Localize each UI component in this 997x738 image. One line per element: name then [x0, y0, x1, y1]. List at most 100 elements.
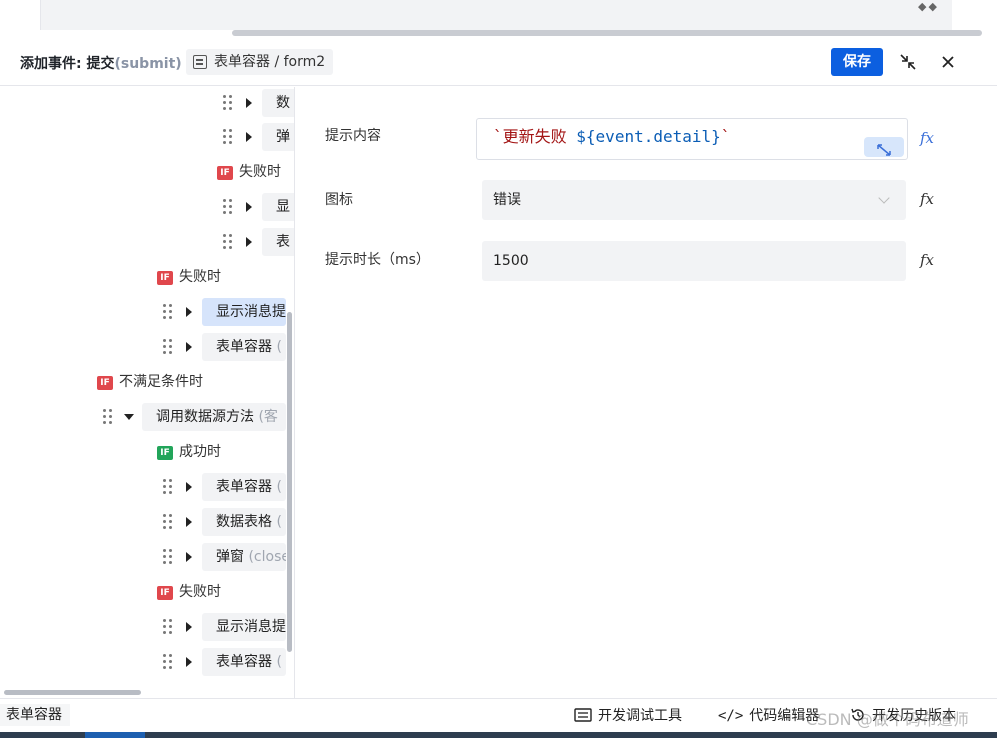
tree-row[interactable]: 数 [220, 89, 294, 117]
drag-handle-icon[interactable] [163, 654, 173, 670]
drag-handle-icon[interactable] [163, 514, 173, 530]
expand-arrow-icon[interactable] [186, 482, 192, 492]
dialog-title: 添加事件: 提交(submit) [20, 53, 182, 73]
node-label: 弹 [276, 129, 290, 145]
drag-handle-icon[interactable] [103, 409, 113, 425]
formula-icon[interactable]: fx [920, 129, 934, 147]
if-badge-icon: IF [97, 376, 113, 390]
condition-failure[interactable]: IF 失败时 [157, 581, 221, 603]
condition-label: 失败时 [179, 269, 221, 285]
save-button[interactable]: 保存 [831, 48, 883, 76]
tree-row[interactable]: 显示消息提 [160, 613, 294, 641]
if-badge-icon: IF [157, 446, 173, 460]
action-node[interactable]: 调用数据源方法 (客 [142, 403, 286, 431]
drag-handle-icon[interactable] [163, 339, 173, 355]
shrink-icon[interactable] [898, 52, 918, 72]
expand-arrow-icon[interactable] [186, 657, 192, 667]
code-editor-button[interactable]: </> 代码编辑器 [718, 707, 819, 727]
drag-handle-icon[interactable] [163, 479, 173, 495]
action-node-selected[interactable]: 显示消息提 [202, 298, 286, 326]
drag-handle-icon[interactable] [163, 619, 173, 635]
action-node[interactable]: 表单容器 ( [202, 648, 286, 676]
expand-arrow-icon[interactable] [186, 517, 192, 527]
if-badge-icon: IF [157, 586, 173, 600]
tree-vertical-scrollbar[interactable] [287, 312, 292, 652]
action-node[interactable]: 弹窗 (close [202, 543, 286, 571]
tree-row[interactable]: 显示消息提 [160, 298, 294, 326]
drag-handle-icon[interactable] [163, 549, 173, 565]
drag-handle-icon[interactable] [223, 95, 233, 111]
node-label: 表单容器 [216, 479, 272, 495]
breadcrumb-label: 表单容器 / form2 [214, 54, 326, 70]
close-icon[interactable] [938, 52, 958, 72]
horizontal-scrollbar[interactable] [232, 30, 982, 36]
node-label-muted: ( [272, 339, 282, 355]
expand-arrow-icon[interactable] [246, 237, 252, 247]
message-content-input[interactable]: `更新失败 ${event.detail}` [476, 118, 908, 160]
expand-arrow-icon[interactable] [246, 202, 252, 212]
watermark-text: CSDN @做个码布道师 [806, 710, 969, 729]
condition-failure[interactable]: IF 失败时 [217, 161, 281, 183]
condition-else[interactable]: IF 不满足条件时 [97, 371, 203, 393]
node-label-muted: (close [244, 549, 286, 565]
duration-value: 1500 [493, 253, 529, 269]
action-node[interactable]: 表单容器 ( [202, 333, 286, 361]
icon-label: 图标 [325, 192, 353, 208]
tree-row[interactable]: 表单容器 ( [160, 333, 294, 361]
tree-row[interactable]: 表 [220, 228, 294, 256]
background-canvas [40, 0, 952, 30]
duration-input[interactable]: 1500 [482, 241, 906, 281]
action-node[interactable]: 数据表格 ( [202, 508, 286, 536]
node-label: 显示消息提 [216, 619, 286, 635]
tree-row[interactable]: 弹窗 (close [160, 543, 294, 571]
tree-row[interactable]: 调用数据源方法 (客 [100, 403, 294, 431]
taskbar-strip [0, 732, 997, 738]
expand-arrow-icon[interactable] [186, 342, 192, 352]
drag-handle-icon[interactable] [163, 304, 173, 320]
node-label: 数据表格 [216, 514, 272, 530]
drag-handle-icon[interactable] [223, 234, 233, 250]
action-node[interactable]: 表单容器 ( [202, 473, 286, 501]
component-breadcrumb[interactable]: 表单容器 / form2 [186, 49, 334, 75]
icon-select-value: 错误 [493, 192, 521, 208]
code-string-prefix: `更新失败 [493, 127, 577, 146]
condition-failure[interactable]: IF 失败时 [157, 266, 221, 288]
debug-icon [574, 708, 592, 722]
footer-breadcrumb[interactable]: 表单容器 [0, 704, 70, 726]
action-node[interactable]: 弹 [262, 123, 294, 151]
drag-handle-icon[interactable] [223, 199, 233, 215]
collapse-arrow-icon[interactable] [124, 414, 134, 420]
expand-arrow-icon[interactable] [186, 622, 192, 632]
condition-success[interactable]: IF 成功时 [157, 441, 221, 463]
tree-row[interactable]: 弹 [220, 123, 294, 151]
tree-row[interactable]: 表单容器 ( [160, 473, 294, 501]
more-icon: ◆◆ [918, 0, 939, 13]
if-badge-icon: IF [217, 166, 233, 180]
node-label: 表单容器 [216, 654, 272, 670]
tree-horizontal-scrollbar[interactable] [4, 690, 141, 695]
expand-arrow-icon[interactable] [186, 552, 192, 562]
taskbar-active-segment [85, 732, 145, 738]
action-node[interactable]: 表 [262, 228, 294, 256]
action-config-form: 提示内容 `更新失败 ${event.detail}` fx 图标 错误 fx … [296, 87, 997, 698]
expand-arrow-icon[interactable] [246, 98, 252, 108]
duration-label: 提示时长（ms） [325, 252, 430, 268]
action-node[interactable]: 显示消息提 [202, 613, 286, 641]
code-string-suffix: ` [720, 127, 731, 146]
debug-tool-button[interactable]: 开发调试工具 [574, 707, 682, 727]
drag-handle-icon[interactable] [223, 129, 233, 145]
dialog-title-main: 添加事件: 提交 [20, 56, 115, 72]
action-node[interactable]: 数 [262, 89, 294, 117]
tree-row[interactable]: 表单容器 ( [160, 648, 294, 676]
formula-icon[interactable]: fx [920, 190, 934, 208]
expand-editor-icon[interactable] [864, 137, 904, 157]
formula-icon[interactable]: fx [920, 251, 934, 269]
condition-label: 失败时 [239, 164, 281, 180]
action-node[interactable]: 显 [262, 193, 294, 221]
icon-select[interactable]: 错误 [482, 180, 906, 220]
node-label: 数 [276, 95, 290, 111]
tree-row[interactable]: 显 [220, 193, 294, 221]
expand-arrow-icon[interactable] [186, 307, 192, 317]
tree-row[interactable]: 数据表格 ( [160, 508, 294, 536]
expand-arrow-icon[interactable] [246, 132, 252, 142]
